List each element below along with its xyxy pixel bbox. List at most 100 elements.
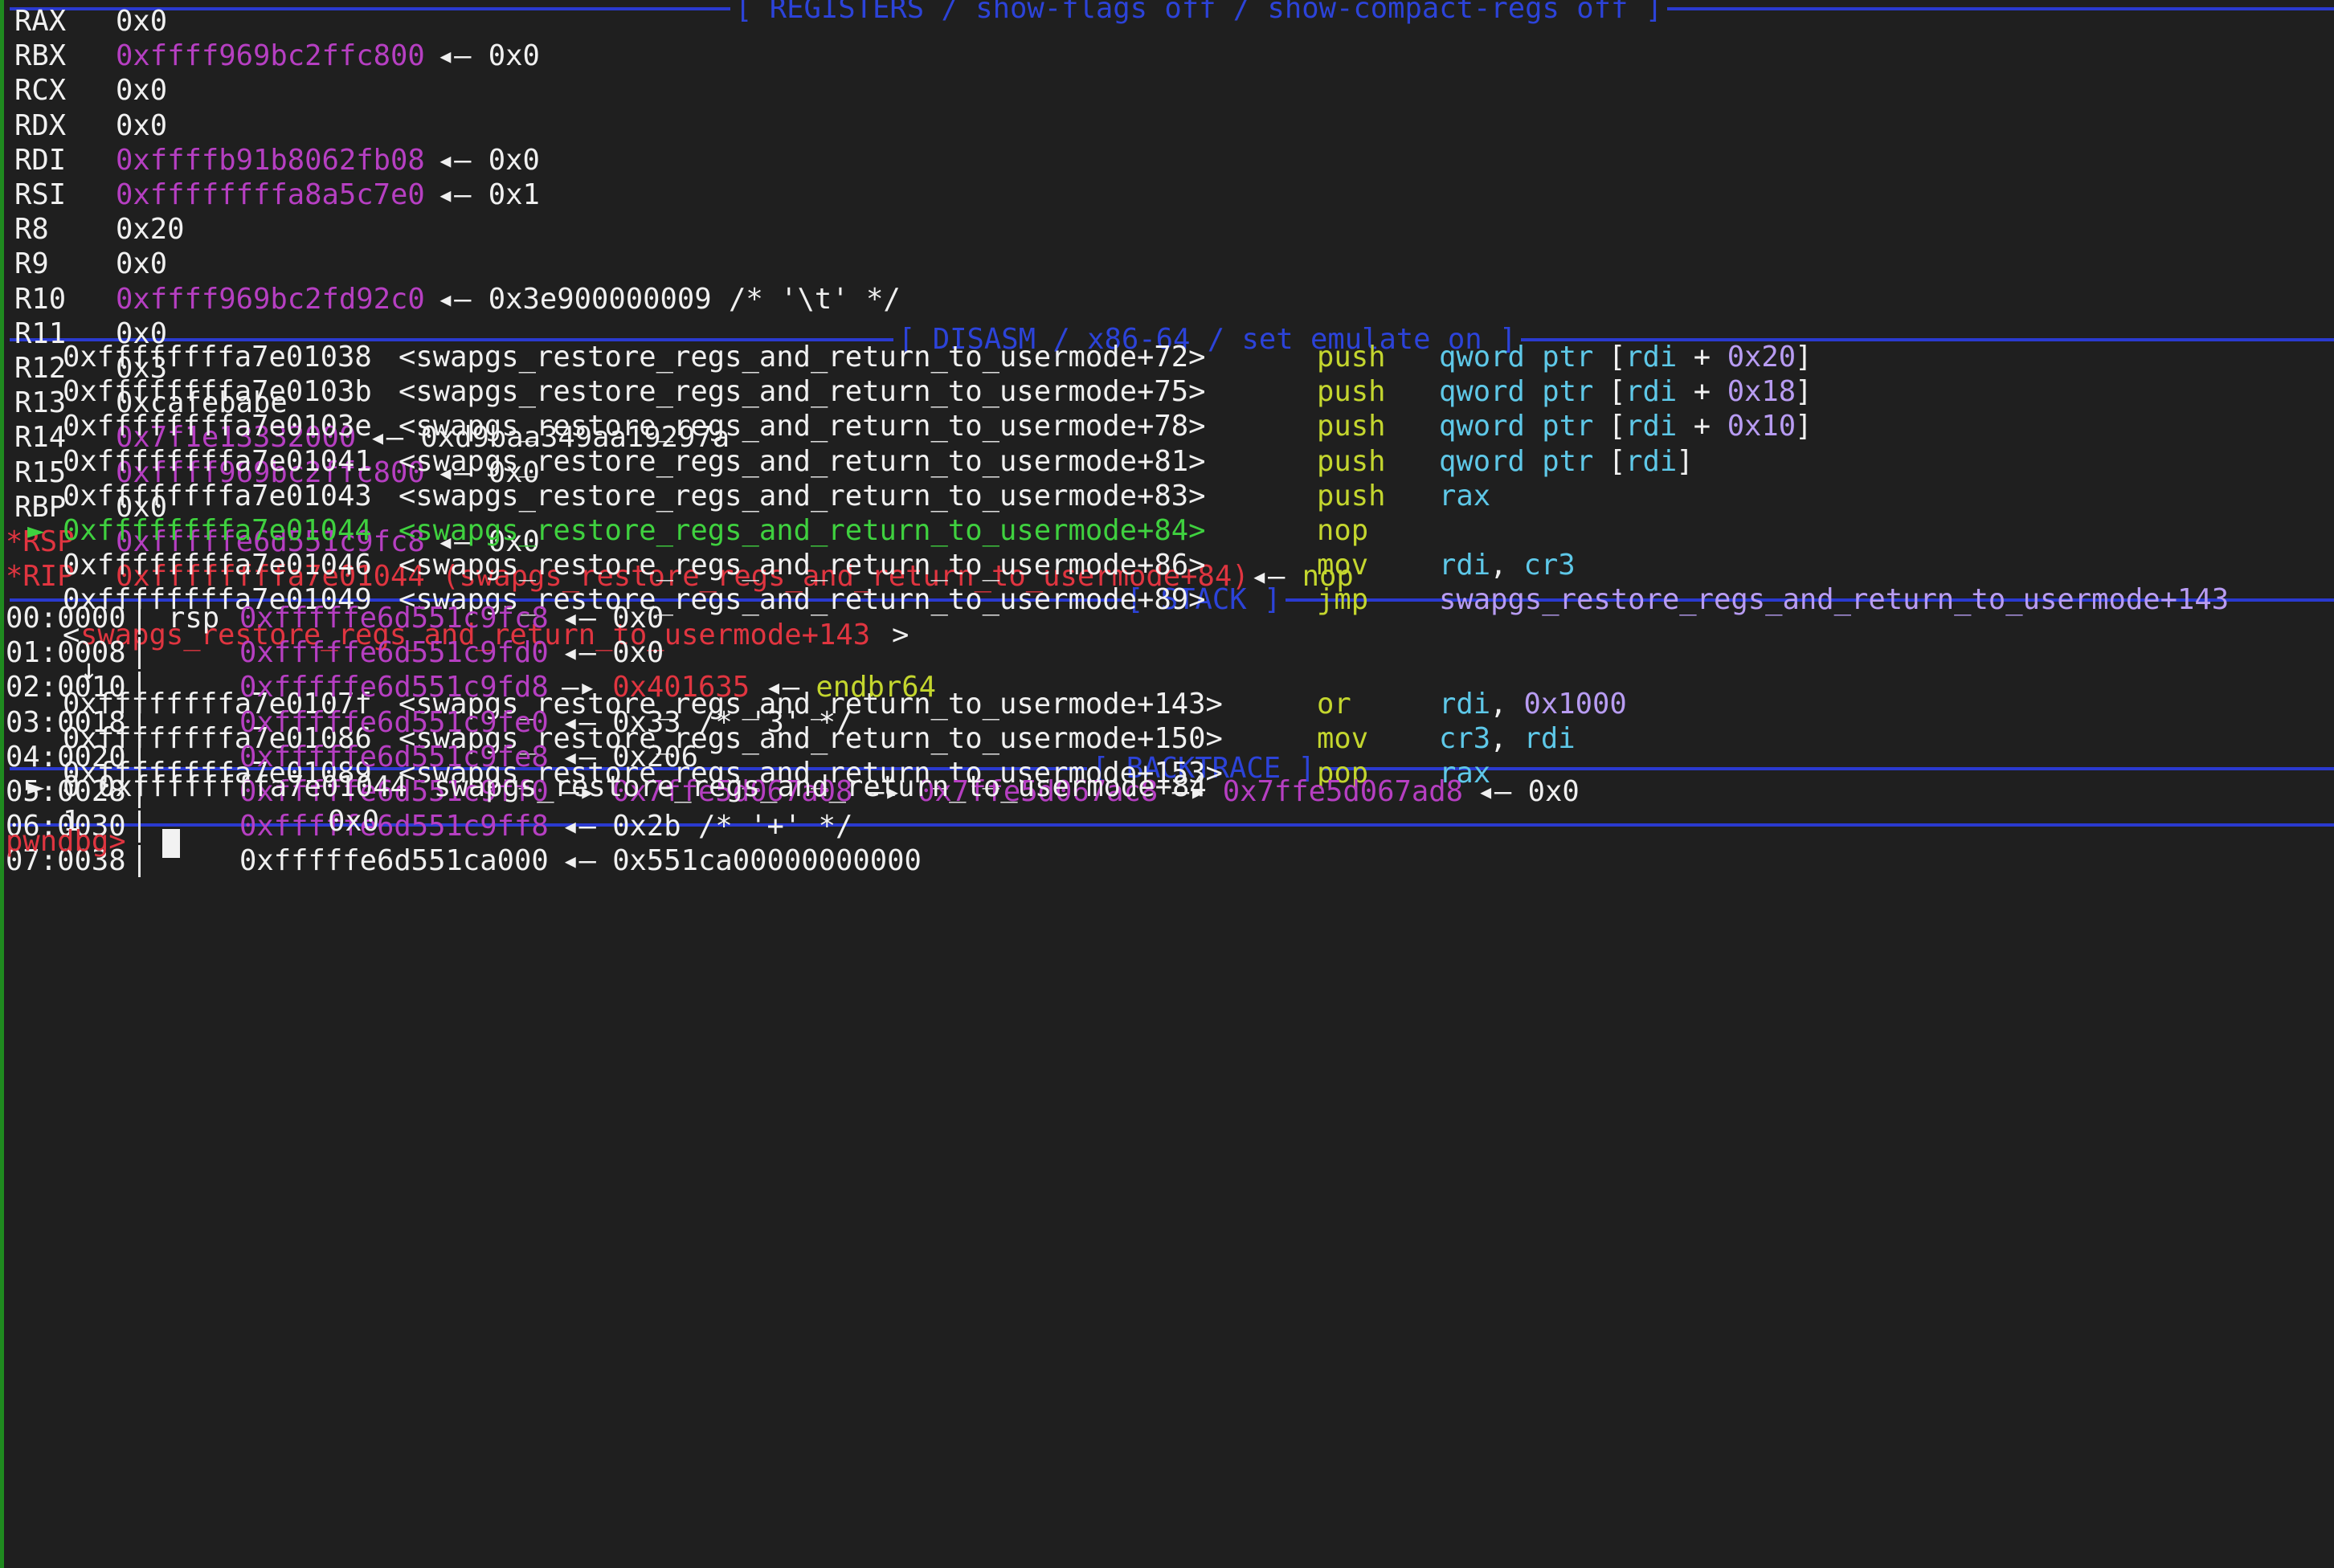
instruction-mnemonic: jmp <box>1317 583 1369 617</box>
instruction-symbol: <swapgs_restore_regs_and_return_to_userm… <box>399 444 1206 478</box>
instruction-operand-part: cr3 <box>1439 722 1491 756</box>
stack-chain-part: 0x401635 <box>612 671 750 704</box>
stack-chain-part: 0xfffffe6d551c9fd8 <box>239 671 549 704</box>
instruction-address: 0xffffffffa7e01046 <box>63 549 372 582</box>
stack-column-divider <box>138 706 141 739</box>
stack-chain-part: 0xfffffe6d551ca000 <box>239 844 549 878</box>
register-name: RDI <box>14 143 67 177</box>
instruction-symbol: <swapgs_restore_regs_and_return_to_userm… <box>399 341 1206 374</box>
stack-chain-part: ◂— <box>544 636 614 670</box>
instruction-mnemonic: mov <box>1317 722 1369 756</box>
register-value: 0xffff969bc2fd92c0 <box>116 282 425 316</box>
terminal[interactable]: [ REGISTERS / show-flags off / show-comp… <box>6 0 2334 1568</box>
instruction-operand-part: + <box>1676 375 1728 409</box>
register-deref: 0x3e900000009 /* '\t' */ <box>488 282 901 316</box>
stack-chain-part: 0x7ffe5d067ad8 <box>1222 775 1464 808</box>
stack-chain-part: 0x0 <box>1527 775 1580 808</box>
stack-column-divider <box>138 672 141 704</box>
instruction-operand-part: 0x18 <box>1727 375 1796 409</box>
stack-chain-part: 0xfffffe6d551c9ff8 <box>239 810 549 843</box>
register-name: R15 <box>14 455 67 489</box>
register-name: RAX <box>14 5 67 38</box>
instruction-address: 0xffffffffa7e01044 <box>63 514 372 547</box>
register-name: RDX <box>14 108 67 142</box>
instruction-operand-part: [ <box>1608 341 1626 374</box>
instruction-mnemonic: push <box>1317 410 1386 443</box>
instruction-symbol: <swapgs_restore_regs_and_return_to_userm… <box>399 549 1206 582</box>
register-name: R9 <box>14 247 49 281</box>
instruction-operand-part: rdi <box>1625 410 1678 443</box>
instruction-operand-part: , <box>1490 688 1525 721</box>
stack-offset: 02:0010 <box>6 671 126 704</box>
instruction-operand-part: rdi <box>1439 688 1491 721</box>
register-name: R13 <box>14 386 67 420</box>
instruction-mnemonic: push <box>1317 479 1386 512</box>
stack-column-divider <box>138 602 141 635</box>
instruction-operand-part: [ <box>1608 410 1626 443</box>
instruction-operand-part: 0x10 <box>1727 410 1796 443</box>
instruction-operand-part: qword ptr <box>1439 375 1611 409</box>
register-name: RSI <box>14 178 67 211</box>
stack-offset: 00:0000 <box>6 602 126 635</box>
stack-chain-part: 0x33 /* '3' */ <box>612 705 853 739</box>
register-value: 0x0 <box>116 247 168 281</box>
active-pane-indicator <box>0 0 4 1568</box>
deref-arrow: ◂— <box>1250 560 1286 594</box>
stack-chain-part: 0xfffffe6d551c9fd0 <box>239 636 549 670</box>
register-value: 0x0 <box>116 74 168 108</box>
instruction-operand-part: [ <box>1608 375 1626 409</box>
deref-arrow: ◂— <box>436 39 472 73</box>
registers-header: [ REGISTERS / show-flags off / show-comp… <box>10 0 2334 26</box>
stack-chain-part: ◂— <box>544 705 614 739</box>
instruction-symbol: <swapgs_restore_regs_and_return_to_userm… <box>399 514 1206 547</box>
stack-chain-part: 0xfffffe6d551c9fc8 <box>239 602 549 635</box>
frame-address: 0x0 <box>328 805 380 839</box>
frame-symbol: swapgs_restore_regs_and_return_to_usermo… <box>434 770 1207 803</box>
register-name: RBX <box>14 39 67 73</box>
stack-chain-part: ◂— <box>748 671 817 704</box>
instruction-operand-part: cr3 <box>1523 549 1576 582</box>
stack-offset: 03:0018 <box>6 705 126 739</box>
register-name: R11 <box>14 316 67 350</box>
register-name: R10 <box>14 282 67 316</box>
instruction-operand-part: rdi <box>1439 549 1491 582</box>
instruction-operand-part: rax <box>1439 479 1491 512</box>
instruction-mnemonic: mov <box>1317 549 1369 582</box>
register-value: 0xffffb91b8062fb08 <box>116 143 425 177</box>
register-value: 0x0 <box>116 108 168 142</box>
instruction-symbol: <swapgs_restore_regs_and_return_to_userm… <box>399 375 1206 409</box>
registers-header-label: [ REGISTERS / show-flags off / show-comp… <box>730 0 1668 26</box>
stack-chain-part: 0x551ca00000000000 <box>612 844 922 878</box>
current-instruction-marker: ► <box>27 514 45 547</box>
instruction-operand-part: rdi <box>1625 341 1678 374</box>
stack-column-divider <box>138 811 141 843</box>
instruction-operand-part: 0x20 <box>1727 341 1796 374</box>
stack-column-divider <box>138 741 141 774</box>
instruction-mnemonic: or <box>1317 688 1351 721</box>
text-cursor[interactable] <box>162 829 180 858</box>
instruction-operand-part: rdi <box>1625 375 1678 409</box>
command-prompt-line[interactable]: pwndbg> <box>6 824 180 859</box>
register-value: 0x0 <box>116 5 168 38</box>
register-deref: 0x1 <box>488 178 540 211</box>
stack-chain-part: —▸ <box>544 671 614 704</box>
instruction-mnemonic: nop <box>1317 514 1369 547</box>
instruction-mnemonic: push <box>1317 341 1386 374</box>
instruction-operand-part: , <box>1490 722 1525 756</box>
instruction-operand-part: qword ptr <box>1439 410 1611 443</box>
stack-chain-part: ◂— <box>544 810 614 843</box>
frame-index: 0 <box>63 770 80 803</box>
instruction-symbol: <swapgs_restore_regs_and_return_to_userm… <box>399 410 1206 443</box>
instruction-operand-part: 0x1000 <box>1523 688 1627 721</box>
stack-chain-part: 0xfffffe6d551c9fe0 <box>239 705 549 739</box>
register-name: RCX <box>14 74 67 108</box>
register-name: R14 <box>14 421 67 455</box>
instruction-symbol: <swapgs_restore_regs_and_return_to_userm… <box>399 479 1206 512</box>
instruction-operand-part: rdi <box>1625 444 1678 478</box>
jump-target-close: > <box>892 618 909 651</box>
stack-chain-part: endbr64 <box>815 671 937 704</box>
stack-chain-part: 0x0 <box>612 636 664 670</box>
stack-chain-part: ◂— <box>544 844 614 878</box>
instruction-operand-part: [ <box>1608 444 1626 478</box>
register-deref: 0x0 <box>488 39 540 73</box>
